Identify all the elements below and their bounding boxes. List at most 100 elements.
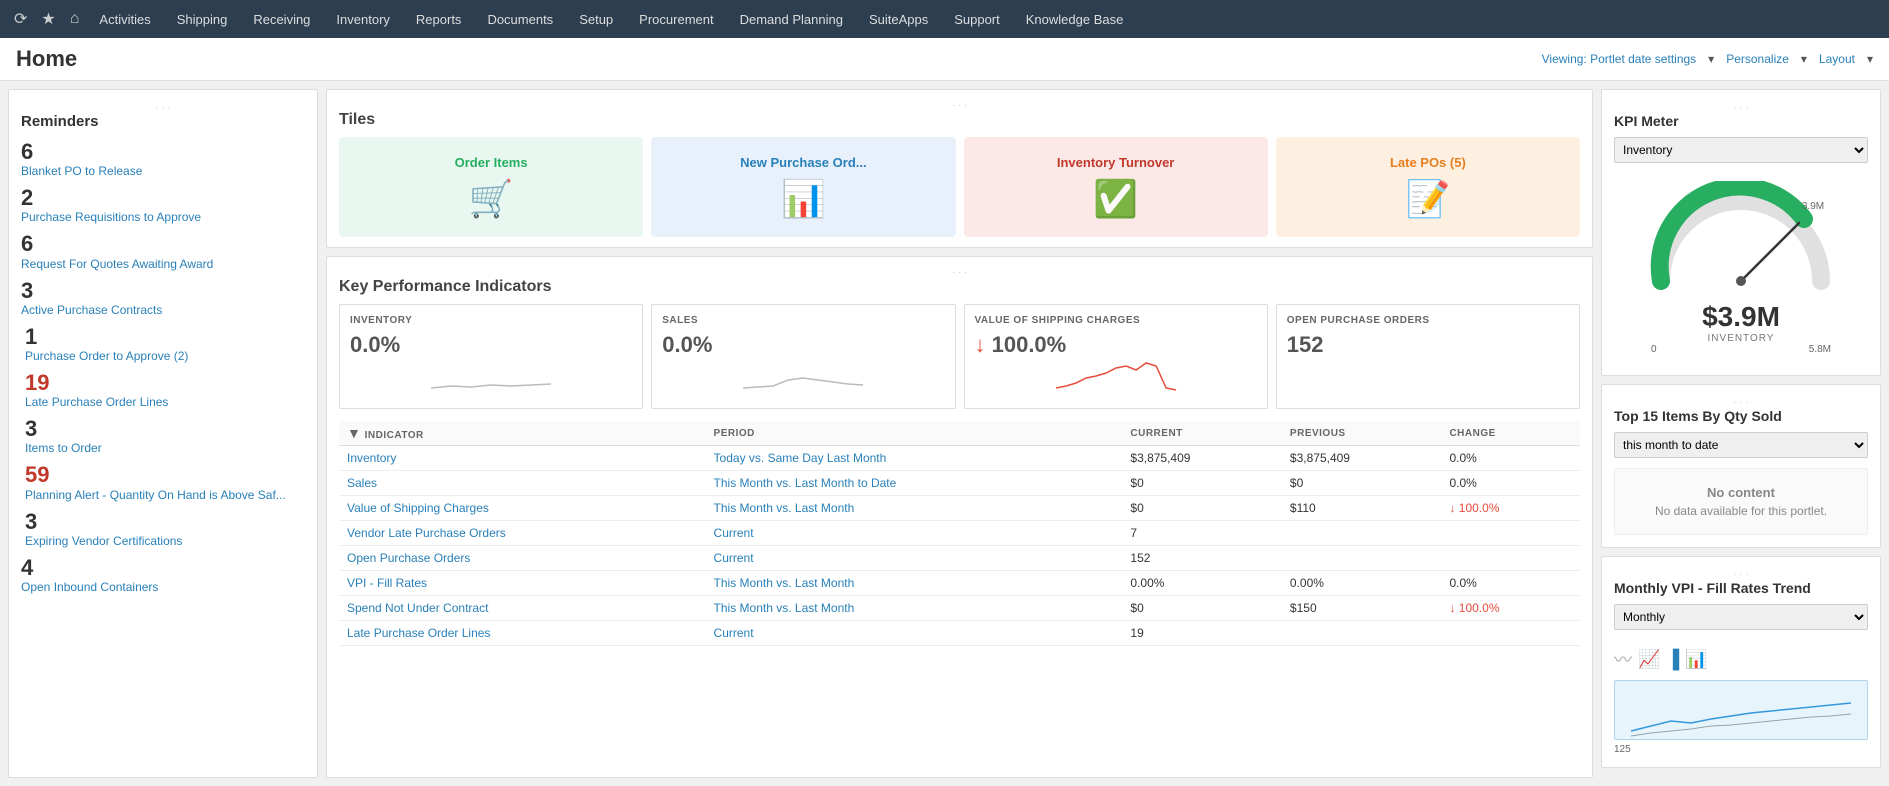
center-panel: · · · Tiles Order Items 🛒 New Purchase O…: [326, 89, 1593, 778]
table-row: Value of Shipping Charges This Month vs.…: [339, 496, 1580, 521]
reminder-label-inbound[interactable]: Open Inbound Containers: [21, 580, 305, 594]
nav-receiving[interactable]: Receiving: [241, 0, 322, 38]
cell-current: 19: [1122, 621, 1282, 646]
gauge-value: $3.9M: [1702, 301, 1780, 333]
tile-new-purchase-icon: 📊: [781, 178, 826, 220]
top15-title: Top 15 Items By Qty Sold: [1614, 408, 1868, 424]
reminder-label-blanket[interactable]: Blanket PO to Release: [21, 164, 305, 178]
nav-documents[interactable]: Documents: [475, 0, 565, 38]
vpi-chart-type-icons: 〰 📈 ▐ 📊: [1614, 646, 1868, 672]
nav-setup[interactable]: Setup: [567, 0, 625, 38]
cell-indicator: Value of Shipping Charges: [339, 496, 706, 521]
page-header: Home Viewing: Portlet date settings ▾ Pe…: [0, 38, 1889, 81]
kpi-card-inventory-title: INVENTORY: [350, 315, 632, 326]
reminder-label-items-order[interactable]: Items to Order: [25, 441, 305, 455]
right-panel: · · · KPI Meter Inventory 3.9M $3.9M INV…: [1601, 89, 1881, 778]
tiles-section-label: Tiles: [339, 111, 1580, 129]
nav-demand-planning[interactable]: Demand Planning: [728, 0, 855, 38]
vpi-bar-active-icon[interactable]: ▐: [1666, 649, 1679, 670]
cell-indicator: Inventory: [339, 446, 706, 471]
arrow-down-icon: ↓: [975, 332, 986, 357]
col-header-previous: PREVIOUS: [1282, 421, 1442, 446]
drag-handle-kpi[interactable]: · · ·: [339, 267, 1580, 278]
home-icon[interactable]: ⌂: [64, 6, 86, 32]
personalize-link[interactable]: Personalize: [1726, 52, 1789, 66]
nav-suiteapps[interactable]: SuiteApps: [857, 0, 940, 38]
col-header-current: CURRENT: [1122, 421, 1282, 446]
drag-handle-reminders[interactable]: · · ·: [21, 102, 305, 113]
nav-knowledge-base[interactable]: Knowledge Base: [1014, 0, 1136, 38]
cell-previous: [1282, 621, 1442, 646]
cell-indicator: Sales: [339, 471, 706, 496]
drag-handle-vpi[interactable]: · · ·: [1614, 569, 1868, 580]
cell-previous: $3,875,409: [1282, 446, 1442, 471]
gauge-scale: 0 5.8M: [1651, 344, 1831, 355]
top15-select[interactable]: this month to date: [1614, 432, 1868, 458]
cell-indicator: Late Purchase Order Lines: [339, 621, 706, 646]
tile-new-purchase-ord[interactable]: New Purchase Ord... 📊: [651, 137, 955, 237]
kpi-card-sales: SALES 0.0%: [651, 304, 955, 409]
tile-inventory-turnover-icon: ✅: [1093, 178, 1138, 220]
list-item: 3 Items to Order: [21, 417, 305, 455]
cell-change: 0.0%: [1441, 446, 1580, 471]
tile-order-items[interactable]: Order Items 🛒: [339, 137, 643, 237]
no-content-box: No content No data available for this po…: [1614, 468, 1868, 535]
no-content-body: No data available for this portlet.: [1631, 504, 1851, 518]
vpi-line-icon[interactable]: 〰: [1614, 646, 1632, 672]
reminder-label-rfq[interactable]: Request For Quotes Awaiting Award: [21, 257, 305, 271]
list-item: 6 Request For Quotes Awaiting Award: [21, 232, 305, 270]
kpi-card-inventory-value: 0.0%: [350, 332, 632, 358]
drag-handle-tiles[interactable]: · · ·: [339, 100, 1580, 111]
reminder-label-contracts[interactable]: Active Purchase Contracts: [21, 303, 305, 317]
reminder-label-planning[interactable]: Planning Alert - Quantity On Hand is Abo…: [25, 488, 305, 502]
nav-procurement[interactable]: Procurement: [627, 0, 725, 38]
cell-indicator: Spend Not Under Contract: [339, 596, 706, 621]
history-icon[interactable]: ⟳: [8, 5, 33, 33]
cell-indicator: VPI - Fill Rates: [339, 571, 706, 596]
tile-late-pos[interactable]: Late POs (5) 📝: [1276, 137, 1580, 237]
monthly-vpi-select[interactable]: Monthly: [1614, 604, 1868, 630]
star-icon[interactable]: ★: [35, 5, 61, 33]
cell-period: This Month vs. Last Month: [706, 596, 1123, 621]
vpi-area-icon[interactable]: 📈: [1638, 649, 1660, 670]
tile-inventory-turnover[interactable]: Inventory Turnover ✅: [964, 137, 1268, 237]
col-header-change: CHANGE: [1441, 421, 1580, 446]
kpi-card-shipping-title: VALUE OF SHIPPING CHARGES: [975, 315, 1257, 326]
kpi-meter-select[interactable]: Inventory: [1614, 137, 1868, 163]
nav-shipping[interactable]: Shipping: [165, 0, 240, 38]
navbar: ⟳ ★ ⌂ Activities Shipping Receiving Inve…: [0, 0, 1889, 38]
cell-current: 0.00%: [1122, 571, 1282, 596]
nav-inventory[interactable]: Inventory: [324, 0, 401, 38]
nav-activities[interactable]: Activities: [87, 0, 162, 38]
kpi-section-label: Key Performance Indicators: [339, 278, 1580, 296]
viewing-portlet-link[interactable]: Viewing: Portlet date settings: [1542, 52, 1697, 66]
reminder-label-po-approve[interactable]: Purchase Order to Approve (2): [25, 349, 305, 363]
vpi-right-area-icon[interactable]: 📊: [1685, 649, 1707, 670]
reminders-title: Reminders: [21, 113, 305, 130]
list-item: 59 Planning Alert - Quantity On Hand is …: [21, 463, 305, 501]
drag-handle-kpi-meter[interactable]: · · ·: [1614, 102, 1868, 113]
cell-current: $0: [1122, 596, 1282, 621]
layout-link[interactable]: Layout: [1819, 52, 1855, 66]
table-row: Sales This Month vs. Last Month to Date …: [339, 471, 1580, 496]
cell-current: $0: [1122, 496, 1282, 521]
kpi-card-sales-value: 0.0%: [662, 332, 944, 358]
gauge-min: 0: [1651, 344, 1657, 355]
monthly-vpi-widget: · · · Monthly VPI - Fill Rates Trend Mon…: [1601, 556, 1881, 768]
reminder-label-vendor-cert[interactable]: Expiring Vendor Certifications: [25, 534, 305, 548]
svg-text:3.9M: 3.9M: [1802, 201, 1824, 212]
reminder-label-req[interactable]: Purchase Requisitions to Approve: [21, 210, 305, 224]
kpi-chart-inventory: [350, 358, 632, 398]
vpi-chart-label: 125: [1614, 744, 1868, 755]
list-item: 3 Expiring Vendor Certifications: [21, 510, 305, 548]
sort-icon-indicator[interactable]: ▼: [347, 425, 361, 441]
drag-handle-top15[interactable]: · · ·: [1614, 397, 1868, 408]
kpi-meter-widget: · · · KPI Meter Inventory 3.9M $3.9M INV…: [1601, 89, 1881, 376]
reminder-label-late-po[interactable]: Late Purchase Order Lines: [25, 395, 305, 409]
table-row: Late Purchase Order Lines Current 19: [339, 621, 1580, 646]
tile-late-pos-label: Late POs (5): [1390, 155, 1466, 170]
nav-support[interactable]: Support: [942, 0, 1012, 38]
nav-reports[interactable]: Reports: [404, 0, 474, 38]
cell-indicator: Vendor Late Purchase Orders: [339, 521, 706, 546]
col-header-indicator: ▼ INDICATOR: [339, 421, 706, 446]
